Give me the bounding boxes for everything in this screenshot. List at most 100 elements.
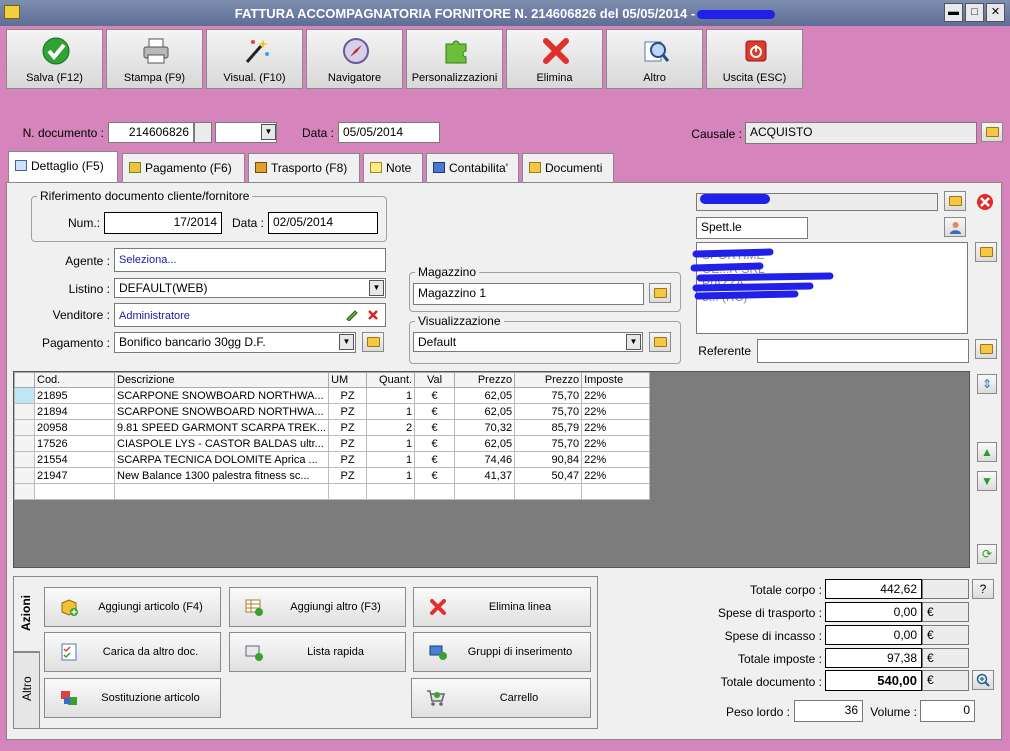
table-cell[interactable]: € [414, 451, 456, 468]
referente-field[interactable] [757, 339, 969, 363]
table-cell[interactable] [328, 483, 368, 500]
doc-number-spin[interactable] [194, 122, 212, 143]
tab-documents[interactable]: Documenti [522, 153, 614, 182]
table-cell[interactable] [366, 483, 416, 500]
table-cell[interactable]: 85,79 [514, 419, 583, 436]
doc-total-field[interactable]: 540,00 [825, 670, 922, 691]
table-cell[interactable]: 2 [366, 419, 416, 436]
causale-browse-button[interactable] [981, 122, 1003, 142]
add-other-button[interactable]: Aggiungi altro (F3) [229, 587, 406, 627]
causale-field[interactable]: ACQUISTO [745, 122, 977, 144]
print-button[interactable]: Stampa (F9) [106, 29, 203, 89]
table-cell[interactable]: 22% [581, 467, 651, 484]
table-row[interactable]: 21894 SCARPONE SNOWBOARD NORTHWA... PZ 1 €62… [14, 403, 651, 420]
salutation-field[interactable]: Spett.le [696, 217, 808, 239]
visualization-dropdown-icon[interactable]: ▼ [626, 334, 641, 350]
total-body-field[interactable]: 442,62 [825, 579, 922, 599]
remove-customer-icon[interactable] [975, 192, 995, 212]
table-cell[interactable]: 1 [366, 435, 416, 452]
table-cell[interactable]: 22% [581, 419, 651, 436]
table-cell[interactable]: 1 [366, 467, 416, 484]
warehouse-browse-button[interactable] [649, 283, 671, 303]
table-cell[interactable]: 62,05 [454, 403, 516, 420]
volume-field[interactable]: 0 [920, 700, 975, 722]
table-cell[interactable]: SCARPONE SNOWBOARD NORTHWA... [113, 403, 330, 420]
referente-browse-button[interactable] [975, 339, 997, 359]
weight-field[interactable]: 36 [794, 700, 863, 722]
table-cell[interactable]: PZ [328, 403, 368, 420]
tab-accounting[interactable]: Contabilita' [426, 153, 519, 182]
payment-dropdown-icon[interactable]: ▼ [339, 334, 354, 350]
table-cell[interactable]: PZ [328, 419, 368, 436]
table-row[interactable] [14, 483, 651, 500]
table-cell[interactable]: 22% [581, 403, 651, 420]
table-cell[interactable] [34, 483, 115, 500]
table-cell[interactable]: 20958 [34, 419, 115, 436]
table-cell[interactable]: 1 [366, 403, 416, 420]
table-cell[interactable]: 1 [366, 451, 416, 468]
row-indicator[interactable] [14, 419, 35, 436]
tab-payment[interactable]: Pagamento (F6) [122, 153, 245, 182]
row-indicator[interactable] [14, 387, 35, 404]
visualization-browse-button[interactable] [649, 332, 671, 352]
ref-date-field[interactable]: 02/05/2014 [268, 212, 378, 234]
series-dropdown-icon[interactable]: ▼ [261, 124, 276, 140]
load-other-doc-button[interactable]: Carica da altro doc. [44, 632, 221, 672]
table-cell[interactable]: 22% [581, 451, 651, 468]
help-button[interactable]: ? [972, 579, 994, 599]
column-header[interactable]: UM [328, 372, 368, 388]
table-cell[interactable]: 17526 [34, 435, 115, 452]
close-window-button[interactable]: ✕ [986, 3, 1005, 22]
tab-other[interactable]: Altro [13, 652, 40, 729]
table-cell[interactable] [454, 483, 516, 500]
exit-button[interactable]: Uscita (ESC) [706, 29, 803, 89]
list-combo[interactable]: DEFAULT(WEB) [114, 278, 386, 298]
table-cell[interactable]: € [414, 419, 456, 436]
edit-pencil-icon[interactable] [345, 309, 359, 321]
save-button[interactable]: Salva (F12) [6, 29, 103, 89]
table-row[interactable]: 21947 New Balance 1300 palestra fitness s… [14, 467, 651, 484]
minimize-button[interactable]: ▬ [944, 3, 963, 22]
tab-notes[interactable]: Note [363, 153, 423, 182]
table-cell[interactable] [581, 483, 651, 500]
column-header[interactable]: Quant. [366, 372, 416, 388]
warehouse-field[interactable]: Magazzino 1 [413, 283, 644, 305]
view-button[interactable]: Visual. (F10) [206, 29, 303, 89]
row-indicator[interactable] [14, 467, 35, 484]
table-cell[interactable]: 90,84 [514, 451, 583, 468]
column-header[interactable]: Prezzo [454, 372, 516, 388]
clear-x-icon[interactable] [367, 309, 379, 321]
payment-browse-button[interactable] [362, 332, 384, 352]
zoom-total-button[interactable] [972, 670, 994, 690]
table-cell[interactable]: PZ [328, 435, 368, 452]
table-cell[interactable]: 75,70 [514, 435, 583, 452]
table-cell[interactable]: 70,32 [454, 419, 516, 436]
table-cell[interactable] [414, 483, 456, 500]
column-header[interactable]: Imposte [581, 372, 651, 388]
move-down-icon[interactable]: ▼ [977, 471, 997, 491]
column-header[interactable]: Prezzo [514, 372, 583, 388]
table-cell[interactable]: 62,05 [454, 435, 516, 452]
table-cell[interactable]: New Balance 1300 palestra fitness sc... [113, 467, 330, 484]
customize-button[interactable]: Personalizzazioni [406, 29, 503, 89]
table-cell[interactable]: € [414, 435, 456, 452]
table-cell[interactable]: 50,47 [514, 467, 583, 484]
refresh-icon[interactable]: ⟳ [977, 544, 997, 564]
row-indicator[interactable] [14, 403, 35, 420]
maximize-button[interactable]: □ [965, 3, 984, 22]
delete-line-button[interactable]: Elimina linea [413, 587, 591, 627]
address-browse-button[interactable] [975, 242, 997, 262]
table-row[interactable]: 21895 SCARPONE SNOWBOARD NORTHWA... PZ 1 €62… [14, 387, 651, 404]
table-cell[interactable]: 75,70 [514, 387, 583, 404]
shipping-field[interactable]: 0,00 [825, 602, 922, 622]
row-indicator[interactable] [14, 451, 35, 468]
customer-browse-button[interactable] [944, 191, 966, 211]
items-grid[interactable]: Cod. Descrizione UM Quant. Val Prezzo Pr… [13, 371, 970, 568]
table-cell[interactable]: 62,05 [454, 387, 516, 404]
other-button[interactable]: Altro [606, 29, 703, 89]
table-cell[interactable]: 75,70 [514, 403, 583, 420]
table-cell[interactable]: 1 [366, 387, 416, 404]
list-dropdown-icon[interactable]: ▼ [369, 280, 384, 296]
table-cell[interactable]: 22% [581, 435, 651, 452]
table-cell[interactable]: 41,37 [454, 467, 516, 484]
